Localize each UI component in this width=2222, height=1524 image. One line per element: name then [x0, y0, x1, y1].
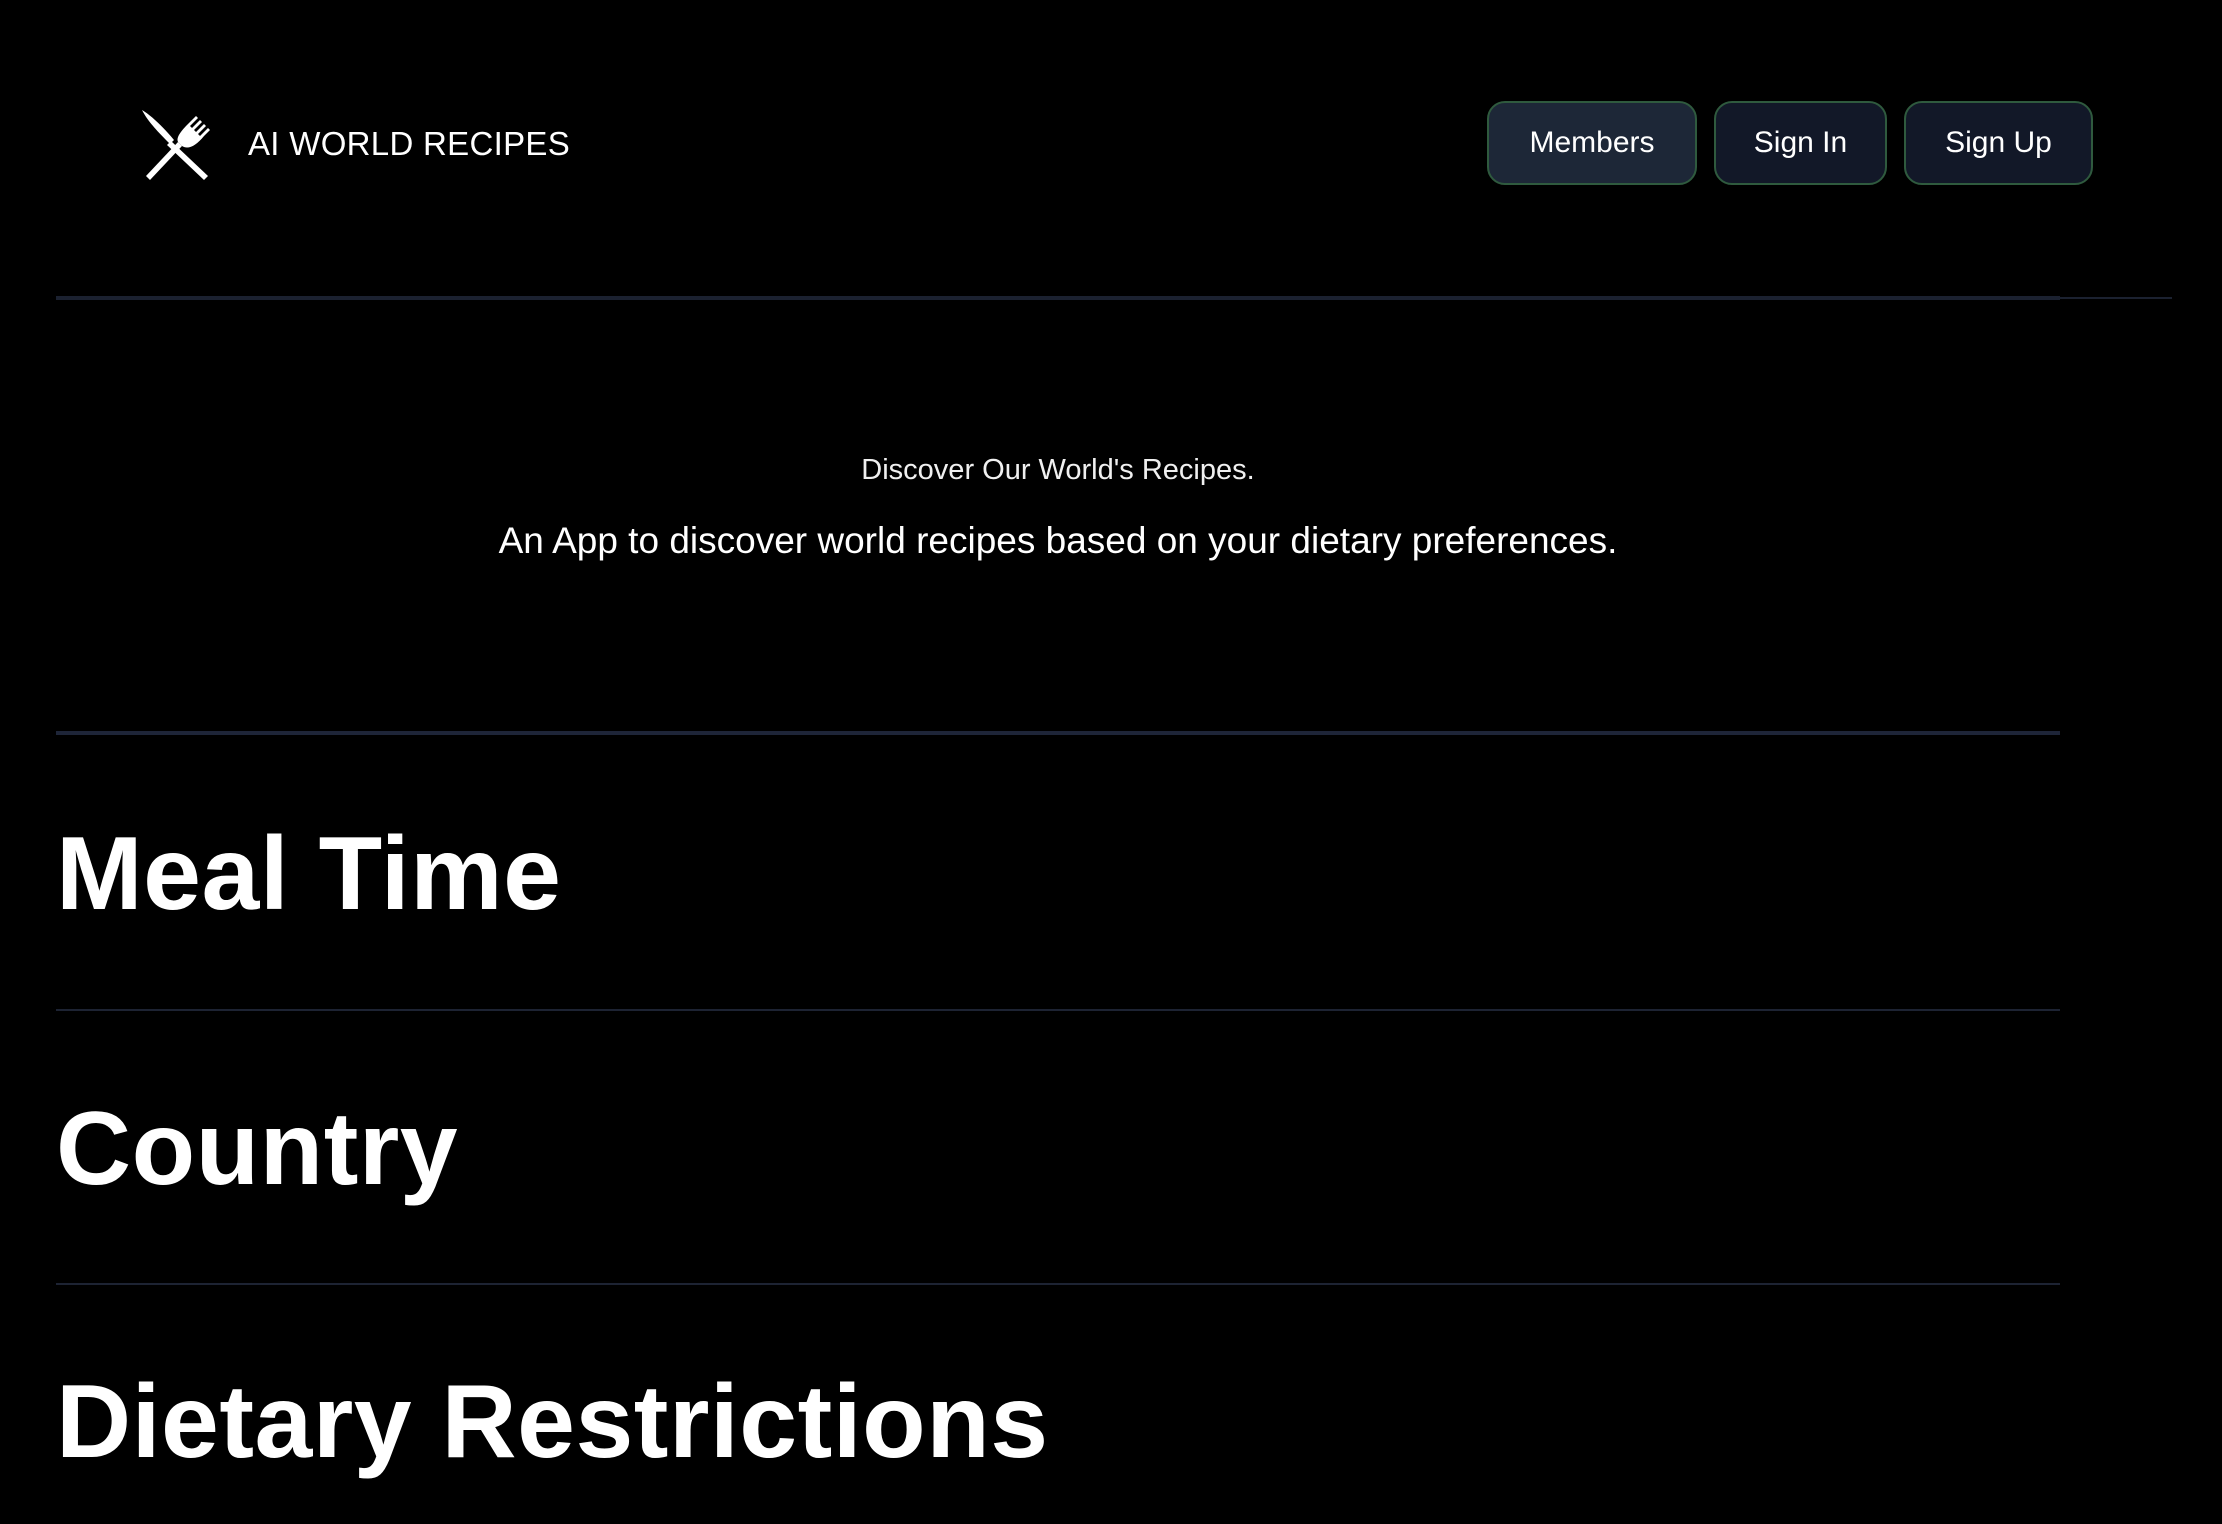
brand[interactable]: AI WORLD RECIPES — [138, 104, 570, 184]
site-header: AI WORLD RECIPES Members Sign In Sign Up — [0, 0, 2222, 298]
hero-subtitle: Discover Our World's Recipes. — [861, 454, 1255, 486]
header-divider-extension — [2060, 297, 2172, 299]
section-divider — [56, 1009, 2060, 1011]
sign-in-button[interactable]: Sign In — [1714, 101, 1887, 185]
page: AI WORLD RECIPES Members Sign In Sign Up… — [0, 0, 2222, 1524]
header-nav: Members Sign In Sign Up — [1487, 101, 2093, 185]
section-divider — [56, 1283, 2060, 1285]
members-button[interactable]: Members — [1487, 101, 1697, 185]
brand-name: AI WORLD RECIPES — [248, 125, 571, 162]
section-title-dietary-restrictions: Dietary Restrictions — [56, 1364, 1049, 1480]
hero-divider — [56, 731, 2060, 735]
section-title-meal-time: Meal Time — [56, 816, 562, 932]
fork-knife-icon — [142, 110, 210, 180]
header-divider — [56, 296, 2060, 300]
hero-tagline: An App to discover world recipes based o… — [498, 520, 1618, 561]
section-title-country: Country — [56, 1091, 459, 1207]
sign-up-button[interactable]: Sign Up — [1904, 101, 2093, 185]
